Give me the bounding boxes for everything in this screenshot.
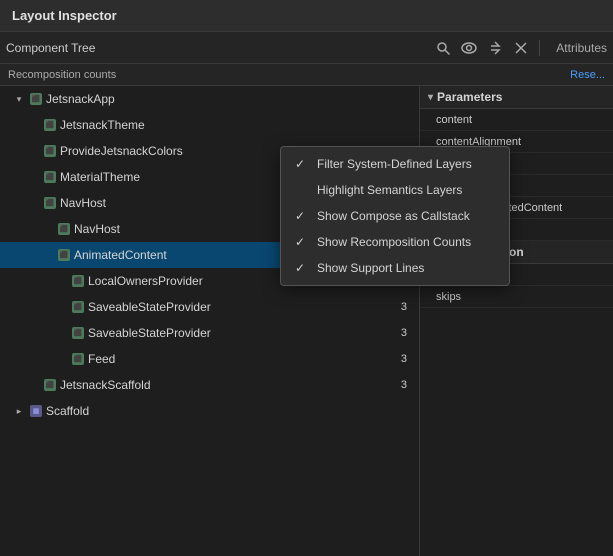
menu-check-show-support: ✓ [295,261,309,275]
toolbar: Component Tree Attri [0,32,613,64]
attr-skips: skips [420,286,613,308]
search-button[interactable] [433,38,453,58]
cube-icon-animatedcontent: ⬛ [57,248,71,262]
cube-icon-saveablestateprovider2: ⬛ [71,326,85,340]
tree-item-jetsnackapp[interactable]: ▾ ⬛ JetsnackApp [0,86,419,112]
reset-link[interactable]: Rese... [570,69,605,81]
cube-icon-navhost2: ⬛ [57,222,71,236]
cube-icon-saveablestateprovider1: ⬛ [71,300,85,314]
toolbar-divider [539,40,540,56]
menu-label-highlight-semantics: Highlight Semantics Layers [317,183,462,197]
tree-item-feed[interactable]: ▸ ⬛ Feed 3 [0,346,419,372]
menu-check-filter-system: ✓ [295,157,309,171]
recomposition-label: Recomposition counts [8,69,116,81]
menu-label-show-recomposition: Show Recomposition Counts [317,235,471,249]
updown-button[interactable] [485,38,505,58]
cube-icon-providejetsnackcolors: ⬛ [43,144,57,158]
menu-item-filter-system[interactable]: ✓ Filter System-Defined Layers [281,151,509,177]
item-name-saveablestateprovider1: SaveableStateProvider [88,300,385,314]
menu-item-highlight-semantics[interactable]: ✓ Highlight Semantics Layers [281,177,509,203]
menu-item-show-support[interactable]: ✓ Show Support Lines [281,255,509,281]
parameters-label: Parameters [437,90,502,104]
tree-item-saveablestateprovider2[interactable]: ▸ ⬛ SaveableStateProvider 3 [0,320,419,346]
tree-item-jetsnacktheme[interactable]: ▸ ⬛ JetsnackTheme [0,112,419,138]
cube-icon-feed: ⬛ [71,352,85,366]
item-count-saveablestateprovider1: 3 [385,301,415,313]
menu-label-show-compose: Show Compose as Callstack [317,209,470,223]
attributes-label: Attributes [556,41,607,55]
menu-item-show-recomposition[interactable]: ✓ Show Recomposition Counts [281,229,509,255]
menu-item-show-compose[interactable]: ✓ Show Compose as Callstack [281,203,509,229]
layout-icon-scaffold: ▦ [29,404,43,418]
item-name-jetsnacktheme: JetsnackTheme [60,118,385,132]
cube-icon-navhost1: ⬛ [43,196,57,210]
expand-arrow-jetsnackapp[interactable]: ▾ [12,92,26,106]
item-name-scaffold: Scaffold [46,404,385,418]
parameters-section-header[interactable]: ▾ Parameters [420,86,613,109]
title-bar: Layout Inspector [0,0,613,32]
cube-icon-materialtheme: ⬛ [43,170,57,184]
cube-icon-localownersprovider: ⬛ [71,274,85,288]
item-name-jetsnackapp: JetsnackApp [46,92,385,106]
toolbar-icons: Attributes [433,38,607,58]
item-name-saveablestateprovider2: SaveableStateProvider [88,326,385,340]
attr-content: content [420,109,613,131]
tree-item-scaffold[interactable]: ▸ ▦ Scaffold [0,398,419,424]
parameters-chevron: ▾ [428,92,433,103]
close-button[interactable] [511,38,531,58]
item-count-feed: 3 [385,353,415,365]
tree-item-jetsnackscaffold[interactable]: ▸ ⬛ JetsnackScaffold 3 [0,372,419,398]
title-label: Layout Inspector [12,8,117,23]
item-count-saveablestateprovider2: 3 [385,327,415,339]
recomposition-bar: Recomposition counts Rese... [0,64,613,86]
item-count-jetsnackscaffold: 3 [385,379,415,391]
cube-icon-jetsnackapp: ⬛ [29,92,43,106]
component-tree-label: Component Tree [6,41,429,55]
dropdown-menu: ✓ Filter System-Defined Layers ✓ Highlig… [280,146,510,286]
eye-button[interactable] [459,38,479,58]
expand-arrow-scaffold[interactable]: ▸ [12,404,26,418]
item-name-jetsnackscaffold: JetsnackScaffold [60,378,385,392]
menu-check-show-compose: ✓ [295,209,309,223]
item-name-feed: Feed [88,352,385,366]
menu-check-show-recomposition: ✓ [295,235,309,249]
cube-icon-jetsnackscaffold: ⬛ [43,378,57,392]
menu-label-show-support: Show Support Lines [317,261,424,275]
tree-item-saveablestateprovider1[interactable]: ▸ ⬛ SaveableStateProvider 3 [0,294,419,320]
cube-icon-jetsnacktheme: ⬛ [43,118,57,132]
menu-label-filter-system: Filter System-Defined Layers [317,157,472,171]
main-content: ▾ ⬛ JetsnackApp ▸ ⬛ JetsnackTheme ▸ ⬛ Pr… [0,86,613,556]
